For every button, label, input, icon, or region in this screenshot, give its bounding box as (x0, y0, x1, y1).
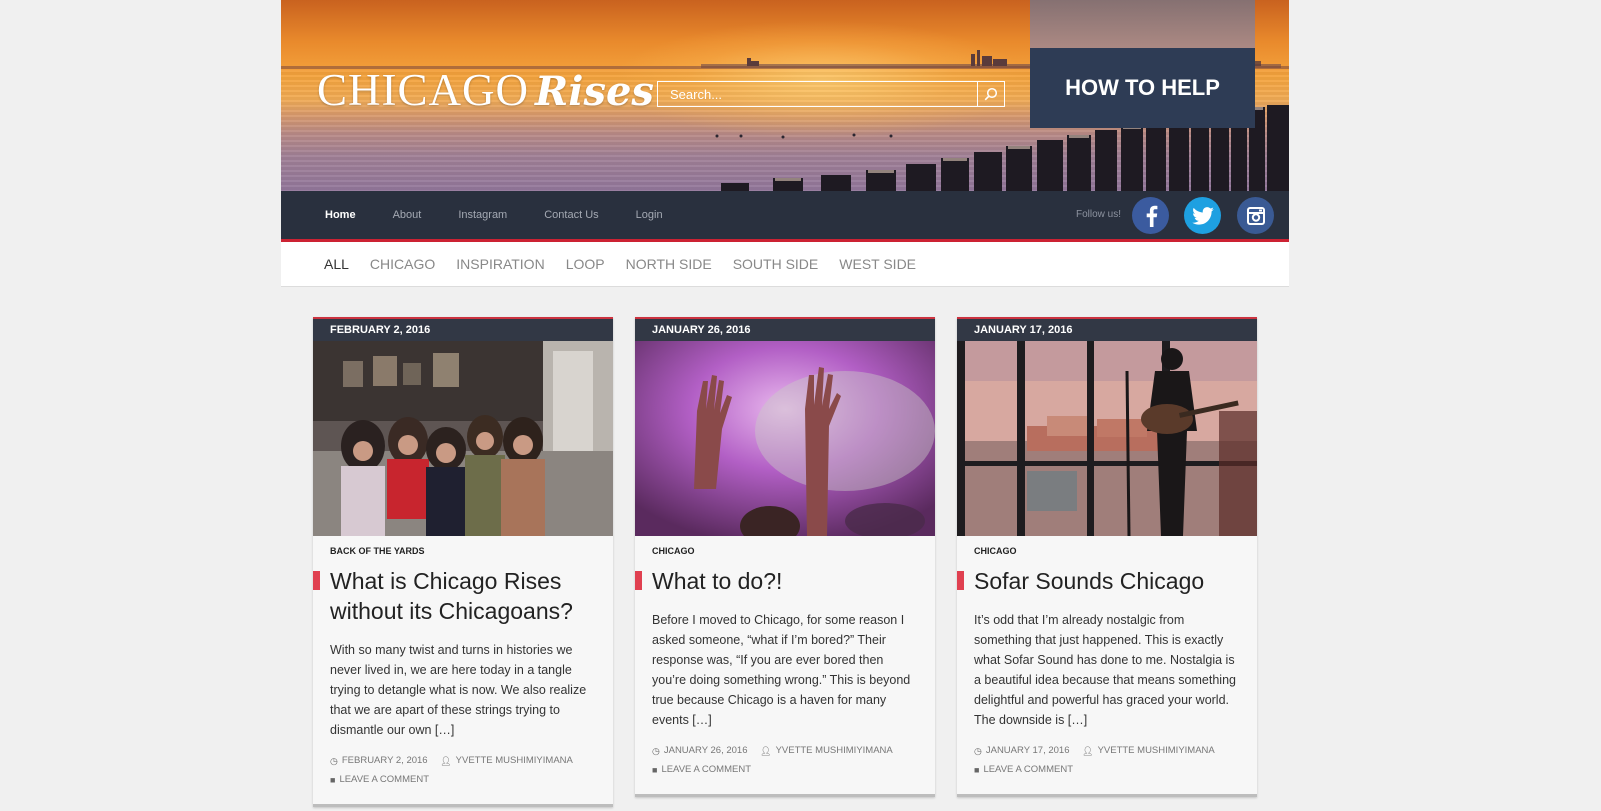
leave-comment-link[interactable]: LEAVE A COMMENT (661, 761, 751, 779)
logo-word-rises: Rises (535, 68, 654, 115)
category-chicago[interactable]: CHICAGO (370, 256, 435, 272)
post-excerpt: It’s odd that I’m already nostalgic from… (974, 613, 1236, 727)
post-image[interactable] (635, 341, 935, 536)
search-icon (984, 87, 998, 101)
header-banner: CHICAGORises HOW TO HELP (281, 0, 1289, 191)
site-logo[interactable]: CHICAGO Rises (317, 64, 654, 116)
photo-friends-group (313, 341, 613, 536)
post-title[interactable]: Sofar Sounds Chicago (957, 566, 1240, 596)
post-body: CHICAGO Sofar Sounds Chicago It’s odd th… (957, 536, 1257, 794)
nav-item-instagram[interactable]: Instagram (458, 209, 507, 221)
facebook-icon (1146, 205, 1157, 227)
follow-us-label: Follow us! (1076, 209, 1122, 220)
category-all[interactable]: ALL (324, 256, 349, 272)
post-title[interactable]: What is Chicago Rises without its Chicag… (313, 566, 596, 626)
clock-icon: ◷ (330, 756, 338, 766)
post-card: JANUARY 17, 2016 CHICAGO Sofar Sounds Ch… (957, 317, 1257, 797)
category-north-side[interactable]: NORTH SIDE (626, 256, 712, 272)
post-card: JANUARY 26, 2016 CHICAGO What to do?! Be… (635, 317, 935, 797)
logo-word-chicago: CHICAGO (317, 65, 530, 115)
facebook-button[interactable] (1132, 197, 1169, 234)
how-to-help-block: HOW TO HELP (1030, 0, 1255, 128)
comment-icon: ■ (974, 765, 980, 775)
category-inspiration[interactable]: INSPIRATION (456, 256, 544, 272)
nav-links: Home About Instagram Contact Us Login (325, 191, 700, 239)
comment-icon: ■ (330, 775, 336, 785)
post-author[interactable]: YVETTE MUSHIMIYIMANA (776, 742, 893, 760)
photo-raised-hands (635, 341, 935, 536)
leave-comment-link[interactable]: LEAVE A COMMENT (983, 761, 1073, 779)
nav-item-about[interactable]: About (393, 209, 422, 221)
post-category[interactable]: CHICAGO (974, 546, 1240, 556)
page: CHICAGORises HOW TO HELP Home About Inst… (281, 0, 1289, 811)
post-card: FEBRUARY 2, 2016 BACK OF THE YARDS What … (313, 317, 613, 807)
post-category[interactable]: CHICAGO (652, 546, 918, 556)
post-excerpt: With so many twist and turns in historie… (330, 643, 587, 737)
post-meta-date[interactable]: JANUARY 26, 2016 (664, 742, 748, 760)
twitter-button[interactable] (1184, 197, 1221, 234)
search-button[interactable] (977, 82, 1004, 106)
instagram-button[interactable] (1237, 197, 1274, 234)
how-to-help-button[interactable]: HOW TO HELP (1030, 48, 1255, 128)
category-list: ALL CHICAGO INSPIRATION LOOP NORTH SIDE … (324, 256, 937, 272)
post-category[interactable]: BACK OF THE YARDS (330, 546, 596, 556)
post-author[interactable]: YVETTE MUSHIMIYIMANA (1098, 742, 1215, 760)
post-meta-date[interactable]: JANUARY 17, 2016 (986, 742, 1070, 760)
post-image[interactable] (957, 341, 1257, 536)
twitter-icon (1191, 206, 1214, 225)
post-title[interactable]: What to do?! (635, 566, 918, 596)
post-excerpt: Before I moved to Chicago, for some reas… (652, 613, 911, 727)
post-date-header: JANUARY 26, 2016 (635, 317, 935, 341)
search-box (657, 81, 1005, 107)
category-west-side[interactable]: WEST SIDE (839, 256, 916, 272)
category-filter-bar: ALL CHICAGO INSPIRATION LOOP NORTH SIDE … (281, 242, 1289, 287)
instagram-icon (1246, 206, 1265, 225)
post-meta-date[interactable]: FEBRUARY 2, 2016 (342, 752, 428, 770)
post-author[interactable]: YVETTE MUSHIMIYIMANA (456, 752, 573, 770)
main-nav: Home About Instagram Contact Us Login Fo… (281, 191, 1289, 242)
search-input[interactable] (658, 82, 977, 106)
post-date-header: JANUARY 17, 2016 (957, 317, 1257, 341)
nav-item-home[interactable]: Home (325, 209, 356, 221)
post-grid: FEBRUARY 2, 2016 BACK OF THE YARDS What … (281, 287, 1289, 811)
photo-guitarist-window (957, 341, 1257, 536)
post-meta: ◷ JANUARY 26, 2016 👤︎ YVETTE MUSHIMIYIMANA… (652, 742, 918, 780)
leave-comment-link[interactable]: LEAVE A COMMENT (339, 771, 429, 789)
user-icon: 👤︎ (760, 746, 772, 756)
nav-item-contact-us[interactable]: Contact Us (544, 209, 598, 221)
user-icon: 👤︎ (440, 756, 452, 766)
post-date-header: FEBRUARY 2, 2016 (313, 317, 613, 341)
post-image[interactable] (313, 341, 613, 536)
post-meta: ◷ FEBRUARY 2, 2016 👤︎ YVETTE MUSHIMIYIMANA… (330, 752, 596, 790)
category-loop[interactable]: LOOP (566, 256, 605, 272)
post-meta: ◷ JANUARY 17, 2016 👤︎ YVETTE MUSHIMIYIMANA… (974, 742, 1240, 780)
clock-icon: ◷ (652, 746, 660, 756)
nav-item-login[interactable]: Login (636, 209, 663, 221)
help-block-top (1030, 0, 1255, 48)
user-icon: 👤︎ (1082, 746, 1094, 756)
post-body: CHICAGO What to do?! Before I moved to C… (635, 536, 935, 794)
comment-icon: ■ (652, 765, 658, 775)
category-south-side[interactable]: SOUTH SIDE (733, 256, 819, 272)
post-body: BACK OF THE YARDS What is Chicago Rises … (313, 536, 613, 804)
clock-icon: ◷ (974, 746, 982, 756)
